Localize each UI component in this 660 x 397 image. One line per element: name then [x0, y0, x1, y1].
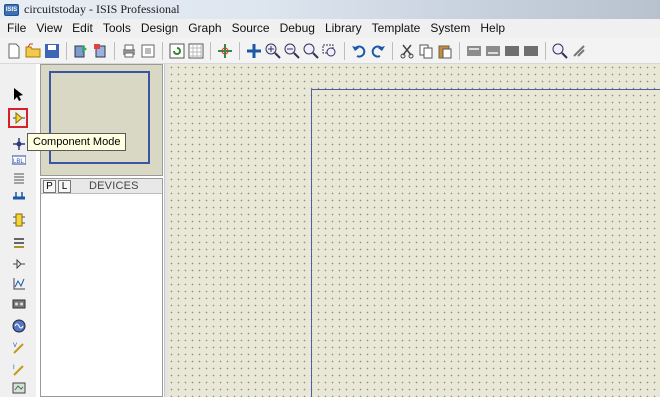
- menu-source[interactable]: Source: [227, 19, 275, 38]
- undo-icon[interactable]: [351, 43, 367, 59]
- text-script-icon[interactable]: [11, 170, 27, 186]
- toolbar-separator: [114, 41, 115, 60]
- menu-view[interactable]: View: [31, 19, 67, 38]
- toolbar-separator: [545, 41, 546, 60]
- block-copy-icon[interactable]: [466, 43, 482, 59]
- pick-devices-button[interactable]: P: [43, 179, 56, 193]
- menu-design[interactable]: Design: [136, 19, 183, 38]
- menu-file[interactable]: File: [2, 19, 31, 38]
- terminals-icon[interactable]: [11, 234, 27, 250]
- paste-icon[interactable]: [437, 43, 453, 59]
- menu-tools[interactable]: Tools: [98, 19, 136, 38]
- grid-icon[interactable]: [188, 43, 204, 59]
- junction-dot-icon[interactable]: [11, 136, 27, 152]
- print-area-icon[interactable]: [140, 43, 156, 59]
- schematic-editing-window[interactable]: [168, 64, 660, 397]
- menu-debug[interactable]: Debug: [275, 19, 320, 38]
- import-icon[interactable]: [73, 43, 89, 59]
- zoom-all-icon[interactable]: [303, 43, 319, 59]
- pick-device-icon[interactable]: [552, 43, 568, 59]
- block-move-icon[interactable]: [485, 43, 501, 59]
- origin-icon[interactable]: [217, 43, 233, 59]
- current-probe-icon[interactable]: I: [11, 362, 27, 378]
- toolbar-separator: [210, 41, 211, 60]
- voltage-probe-icon[interactable]: V: [11, 340, 27, 356]
- copy-icon[interactable]: [418, 43, 434, 59]
- refresh-icon[interactable]: [169, 43, 185, 59]
- svg-text:I: I: [13, 365, 15, 371]
- toolbar-separator: [459, 41, 460, 60]
- save-icon[interactable]: [44, 43, 60, 59]
- print-icon[interactable]: [121, 43, 137, 59]
- block-delete-icon[interactable]: [523, 43, 539, 59]
- wire-label-icon[interactable]: LBL: [11, 152, 27, 168]
- toolbar-separator: [392, 41, 393, 60]
- title-bar: ISIS circuitstoday - ISIS Professional: [0, 0, 660, 19]
- graph-mode-icon[interactable]: [11, 276, 27, 292]
- buses-icon[interactable]: [11, 188, 27, 204]
- menu-library[interactable]: Library: [320, 19, 367, 38]
- menu-template[interactable]: Template: [367, 19, 426, 38]
- virtual-instruments-icon[interactable]: [11, 380, 27, 396]
- zoom-area-icon[interactable]: [322, 43, 338, 59]
- object-selector: P L DEVICES: [40, 178, 163, 397]
- menu-system[interactable]: System: [425, 19, 475, 38]
- menu-help[interactable]: Help: [475, 19, 510, 38]
- menu-bar: File View Edit Tools Design Graph Source…: [0, 19, 660, 38]
- selection-mode-icon[interactable]: [11, 86, 27, 102]
- overview-window[interactable]: [40, 64, 163, 176]
- device-pins-icon[interactable]: [11, 256, 27, 272]
- menu-edit[interactable]: Edit: [67, 19, 98, 38]
- open-folder-icon[interactable]: [25, 43, 41, 59]
- toolbar-separator: [66, 41, 67, 60]
- devices-header: P L DEVICES: [41, 179, 162, 194]
- redo-icon[interactable]: [370, 43, 386, 59]
- new-file-icon[interactable]: [6, 43, 22, 59]
- export-icon[interactable]: [92, 43, 108, 59]
- generator-icon[interactable]: [11, 318, 27, 334]
- menu-graph[interactable]: Graph: [183, 19, 226, 38]
- zoom-out-icon[interactable]: [284, 43, 300, 59]
- cut-icon[interactable]: [399, 43, 415, 59]
- svg-text:V: V: [13, 343, 17, 349]
- make-device-icon[interactable]: [571, 43, 587, 59]
- component-mode-highlight: [8, 108, 28, 128]
- isis-app-icon: ISIS: [4, 3, 19, 16]
- component-mode-tooltip: Component Mode: [27, 133, 127, 151]
- toolbar-separator: [344, 41, 345, 60]
- library-manager-button[interactable]: L: [58, 179, 71, 193]
- sheet-border: [311, 89, 660, 397]
- subcircuit-icon[interactable]: [11, 212, 27, 228]
- svg-text:LBL: LBL: [13, 159, 24, 165]
- toolbar-separator: [162, 41, 163, 60]
- zoom-in-icon[interactable]: [265, 43, 281, 59]
- toolbar-separator: [239, 41, 240, 60]
- pan-icon[interactable]: [246, 43, 262, 59]
- devices-title: DEVICES: [89, 180, 139, 192]
- window-title: circuitstoday - ISIS Professional: [24, 2, 180, 16]
- tape-recorder-icon[interactable]: [11, 296, 27, 312]
- block-rotate-icon[interactable]: [504, 43, 520, 59]
- main-toolbar: [0, 38, 660, 64]
